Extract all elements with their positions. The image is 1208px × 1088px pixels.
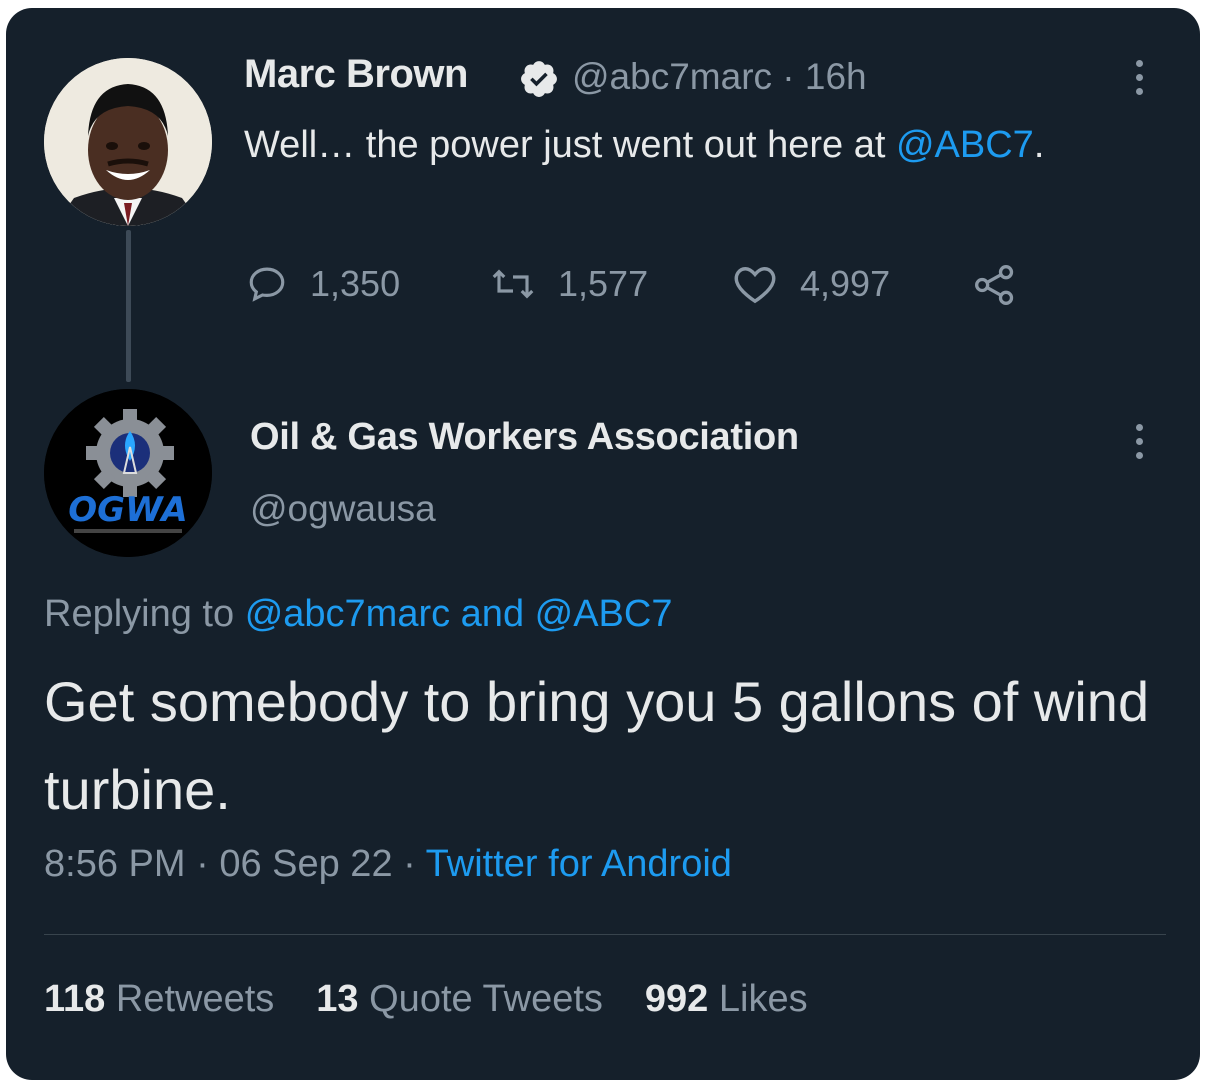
replying-to: Replying to @abc7marc and @ABC7 <box>44 593 673 635</box>
mention-link[interactable]: @ABC7 <box>896 124 1034 166</box>
reply-icon <box>249 267 285 302</box>
likes-stat[interactable]: 992 Likes <box>645 978 808 1021</box>
share-button[interactable] <box>972 263 1040 307</box>
tweet-date[interactable]: 06 Sep 22 <box>219 843 392 885</box>
thread-line <box>126 230 131 382</box>
like-icon <box>734 267 776 304</box>
reply-author-name[interactable]: Oil & Gas Workers Association <box>250 416 799 459</box>
retweet-button[interactable]: 1,577 <box>490 263 648 305</box>
tweet-time[interactable]: 8:56 PM <box>44 843 186 885</box>
reply-text: Get somebody to bring you 5 gallons of w… <box>44 670 1150 821</box>
tweet-metadata: 8:56 PM · 06 Sep 22 · Twitter for Androi… <box>44 843 732 885</box>
quote-tweets-stat[interactable]: 13 Quote Tweets <box>316 978 603 1021</box>
engagement-stats: 118 Retweets 13 Quote Tweets 992 Likes <box>44 978 850 1021</box>
more-options-icon[interactable] <box>1132 60 1146 104</box>
like-button[interactable]: 4,997 <box>732 263 890 305</box>
replying-to-mention-2[interactable]: @ABC7 <box>535 593 673 635</box>
retweet-icon <box>492 269 534 299</box>
marc-brown-avatar[interactable] <box>44 58 212 226</box>
verified-badge-icon <box>521 61 557 97</box>
author-name[interactable]: Marc Brown <box>244 52 468 97</box>
reply-more-options-icon[interactable] <box>1132 424 1146 468</box>
tweet-text: Well… the power just went out here at @A… <box>244 124 1045 166</box>
replying-to-mention-1[interactable]: @abc7marc <box>245 593 450 635</box>
ogwa-avatar[interactable]: OGWA <box>44 389 212 557</box>
author-handle-time[interactable]: @abc7marc · 16h <box>572 56 867 98</box>
tweet-card: Marc Brown @abc7marc · 16h Well… the pow… <box>6 8 1200 1080</box>
reply-author-handle[interactable]: @ogwausa <box>250 488 436 530</box>
tweet-source-link[interactable]: Twitter for Android <box>426 843 732 885</box>
reply-button[interactable]: 1,350 <box>246 263 400 305</box>
divider <box>44 934 1166 935</box>
share-icon <box>975 265 1014 305</box>
ogwa-logo-text: OGWA <box>68 490 187 530</box>
retweets-stat[interactable]: 118 Retweets <box>44 978 274 1021</box>
